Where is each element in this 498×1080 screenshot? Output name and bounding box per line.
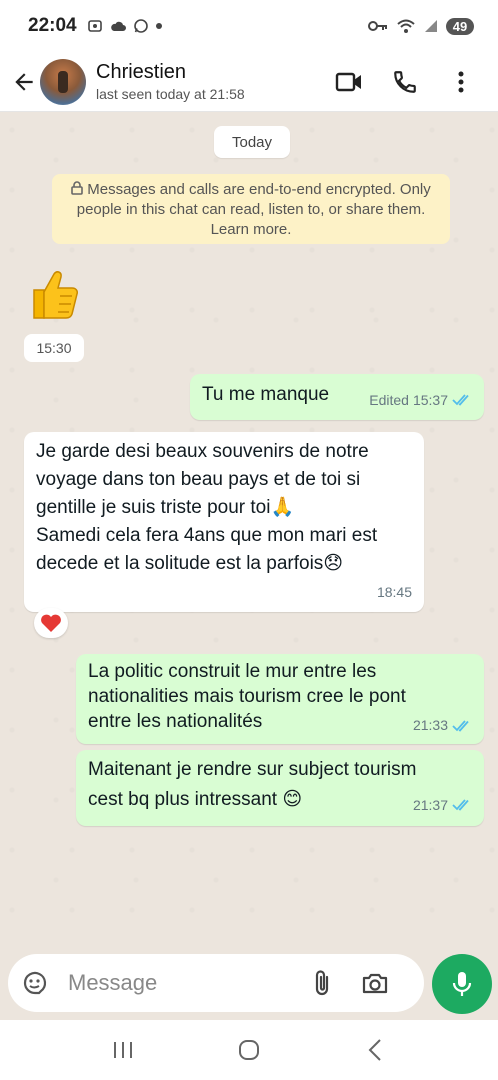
- last-seen: last seen today at 21:58: [96, 85, 245, 102]
- message-time: 15:30: [24, 334, 84, 362]
- sticker-button[interactable]: [20, 968, 50, 998]
- status-bar: 22:04 49: [0, 0, 498, 52]
- signal-icon: [425, 20, 437, 32]
- paperclip-icon: [315, 970, 329, 996]
- chat-area[interactable]: Today Messages and calls are end-to-end …: [0, 112, 498, 950]
- read-ticks-icon: [452, 394, 469, 406]
- battery-level: 49: [446, 17, 474, 35]
- chat-header: Chriestien last seen today at 21:58: [0, 52, 498, 112]
- message-line: nationalities mais tourism cree le pont: [88, 686, 406, 707]
- home-icon: [239, 1040, 259, 1060]
- contact-info[interactable]: Chriestien last seen today at 21:58: [96, 60, 334, 104]
- message-meta: 21:33: [413, 713, 472, 738]
- sticker-icon: [23, 971, 47, 995]
- voice-call-icon: [394, 70, 416, 93]
- status-right: 49: [368, 17, 474, 35]
- system-nav-bar: [0, 1020, 498, 1080]
- message-line: voyage dans ton beau pays et de toi si: [36, 469, 361, 490]
- home-button[interactable]: [229, 1030, 269, 1070]
- message-meta: 18:45: [377, 578, 412, 606]
- recents-button[interactable]: [103, 1030, 143, 1070]
- voice-message-button[interactable]: [432, 954, 492, 1014]
- recents-icon: [114, 1042, 132, 1058]
- screen-record-icon: [87, 20, 102, 32]
- contact-name: Chriestien: [96, 60, 187, 83]
- message-line: gentille je suis triste pour toi🙏: [36, 497, 295, 518]
- message-time: 15:37: [412, 392, 448, 408]
- message-line: Je garde desi beaux souvenirs de notre: [36, 441, 369, 462]
- encryption-notice-text: Messages and calls are end-to-end encryp…: [76, 181, 431, 238]
- microphone-icon: [452, 972, 472, 996]
- status-time: 22:04: [28, 15, 77, 36]
- whatsapp-icon: [133, 19, 148, 33]
- message-line: Maitenant je rendre sur subject tourism: [88, 759, 417, 780]
- camera-icon: [362, 973, 388, 994]
- wifi-icon: [397, 19, 415, 33]
- date-chip: Today: [214, 126, 290, 158]
- cloud-icon: [110, 21, 126, 31]
- message-line: La politic construit le mur entre les: [88, 661, 377, 682]
- video-call-button[interactable]: [334, 67, 364, 97]
- back-button[interactable]: [4, 62, 44, 102]
- message-bubble-incoming[interactable]: Je garde desi beaux souvenirs de notre v…: [24, 432, 424, 612]
- message-meta: 21:37: [413, 790, 472, 820]
- thumbs-up-icon: [33, 271, 78, 319]
- heart-icon: [41, 614, 61, 632]
- emoji-message[interactable]: [22, 264, 82, 324]
- message-bubble-outgoing[interactable]: Maitenant je rendre sur subject tourism …: [76, 750, 484, 826]
- more-options-button[interactable]: [446, 67, 476, 97]
- input-bar: [0, 950, 498, 1020]
- message-line: decede et la solitude est la parfois😞: [36, 553, 344, 574]
- message-meta: Edited 15:37: [369, 386, 472, 414]
- more-options-icon: [458, 71, 464, 92]
- edited-label: Edited: [369, 392, 409, 408]
- message-time: 21:37: [412, 797, 448, 813]
- message-bubble-outgoing[interactable]: La politic construit le mur entre les na…: [76, 654, 484, 744]
- read-ticks-icon: [452, 719, 469, 732]
- message-time: 21:33: [412, 717, 448, 733]
- camera-button[interactable]: [360, 968, 390, 998]
- status-left-icons: [87, 18, 163, 34]
- back-nav-button[interactable]: [355, 1030, 395, 1070]
- attach-button[interactable]: [308, 968, 338, 998]
- message-time: 18:45: [376, 584, 412, 600]
- message-input[interactable]: [68, 970, 288, 996]
- message-text: Tu me manque: [202, 384, 330, 405]
- reaction-badge[interactable]: [34, 608, 68, 638]
- message-bubble-outgoing[interactable]: Tu me manque Edited 15:37: [190, 374, 484, 420]
- dot-icon: [155, 23, 162, 29]
- video-call-icon: [335, 72, 361, 91]
- voice-call-button[interactable]: [390, 67, 420, 97]
- avatar[interactable]: [40, 58, 86, 105]
- lock-icon: [71, 181, 84, 195]
- message-box: [8, 954, 424, 1012]
- encryption-notice[interactable]: Messages and calls are end-to-end encryp…: [52, 174, 450, 244]
- key-icon: [368, 21, 387, 31]
- back-chevron-icon: [368, 1039, 381, 1061]
- header-actions: [334, 67, 476, 97]
- message-line: Samedi cela fera 4ans que mon mari est: [36, 525, 378, 546]
- back-arrow-icon: [15, 72, 33, 91]
- read-ticks-icon: [452, 799, 469, 811]
